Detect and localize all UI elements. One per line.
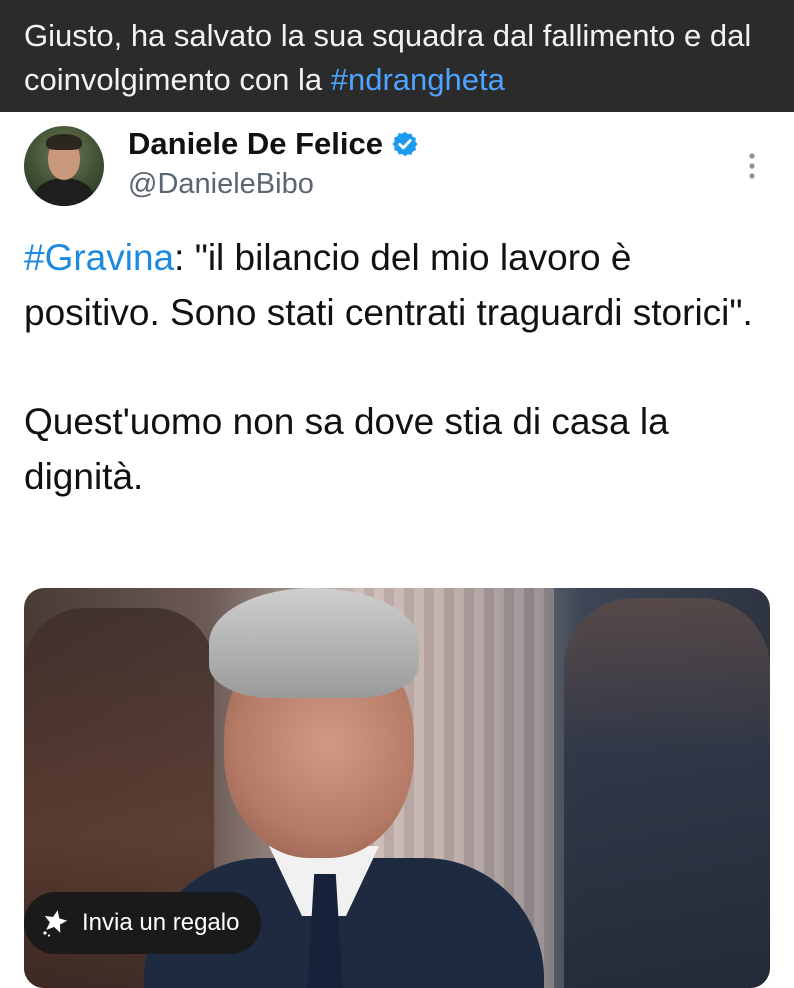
tweet-hashtag-link[interactable]: #Gravina	[24, 237, 174, 278]
send-gift-label: Invia un regalo	[82, 909, 240, 936]
tweet-text: #Gravina: "il bilancio del mio lavoro è …	[24, 230, 764, 504]
tweet-paragraph-2: Quest'uomo non sa dove stia di casa la d…	[24, 401, 669, 497]
caption-hashtag-link[interactable]: #ndrangheta	[331, 62, 505, 97]
send-gift-button[interactable]: Invia un regalo	[24, 892, 262, 954]
author-display-name[interactable]: Daniele De Felice	[128, 126, 383, 162]
caption-bar: Giusto, ha salvato la sua squadra dal fa…	[0, 0, 794, 112]
author-handle[interactable]: @DanieleBibo	[128, 168, 314, 201]
avatar[interactable]	[24, 126, 104, 206]
gift-star-icon	[43, 910, 68, 937]
tweet-paragraph-1: #Gravina: "il bilancio del mio lavoro è …	[24, 230, 764, 340]
author-name-row[interactable]: Daniele De Felice	[128, 124, 419, 164]
verified-badge-icon	[392, 131, 418, 157]
more-vertical-icon[interactable]	[742, 148, 762, 188]
tweet-card[interactable]: Daniele De Felice @DanieleBibo #Gravina:…	[0, 112, 794, 988]
